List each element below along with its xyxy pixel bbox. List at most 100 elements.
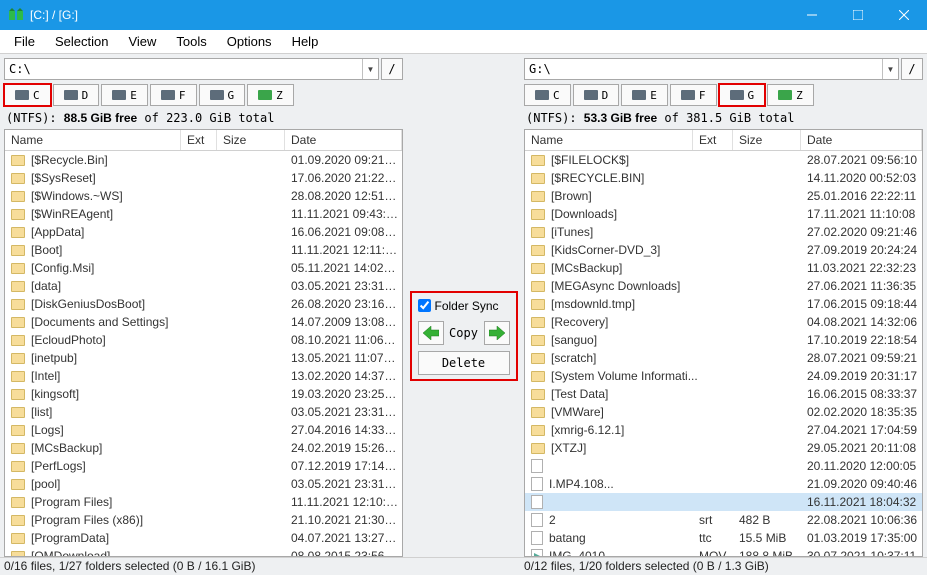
folder-row[interactable]: [ProgramData] 04.07.2021 13:27:39 bbox=[5, 529, 402, 547]
col-ext[interactable]: Ext bbox=[181, 130, 217, 150]
file-row[interactable]: batang ttc 15.5 MiB 01.03.2019 17:35:00 bbox=[525, 529, 922, 547]
folder-row[interactable]: [iTunes] 27.02.2020 09:21:46 bbox=[525, 223, 922, 241]
file-row[interactable]: IMG_4010 MOV 188.8 MiB 30.07.2021 10:37:… bbox=[525, 547, 922, 556]
right-drive-d[interactable]: D bbox=[573, 84, 620, 106]
menu-file[interactable]: File bbox=[4, 32, 45, 51]
col-size[interactable]: Size bbox=[733, 130, 801, 150]
folder-row[interactable]: [scratch] 28.07.2021 09:59:21 bbox=[525, 349, 922, 367]
folder-row[interactable]: [Downloads] 17.11.2021 11:10:08 bbox=[525, 205, 922, 223]
folder-row[interactable]: [Intel] 13.02.2020 14:37:50 bbox=[5, 367, 402, 385]
close-button[interactable] bbox=[881, 0, 927, 30]
folder-row[interactable]: [KidsCorner-DVD_3] 27.09.2019 20:24:24 bbox=[525, 241, 922, 259]
drive-icon bbox=[210, 90, 224, 100]
right-file-list: Name Ext Size Date [$FILELOCK$] 28.07.20… bbox=[524, 129, 923, 557]
folder-row[interactable]: [inetpub] 13.05.2021 11:07:30 bbox=[5, 349, 402, 367]
right-path-input[interactable] bbox=[525, 59, 882, 79]
menu-help[interactable]: Help bbox=[282, 32, 329, 51]
file-row[interactable]: I.MP4.108... 21.09.2020 09:40:46 bbox=[525, 475, 922, 493]
left-pane: ▼ / CDEFGZ (NTFS): 88.5 GiB free of 223.0 … bbox=[0, 54, 407, 557]
folder-row[interactable]: [$FILELOCK$] 28.07.2021 09:56:10 bbox=[525, 151, 922, 169]
delete-button[interactable]: Delete bbox=[418, 351, 510, 375]
folder-sync-checkbox[interactable]: Folder Sync bbox=[418, 299, 510, 313]
left-root-button[interactable]: / bbox=[381, 58, 403, 80]
file-row[interactable]: 2 srt 482 B 22.08.2021 10:06:36 bbox=[525, 511, 922, 529]
folder-row[interactable]: [DiskGeniusDosBoot] 26.08.2020 23:16:02 bbox=[5, 295, 402, 313]
folder-row[interactable]: [MCsBackup] 24.02.2019 15:26:51 bbox=[5, 439, 402, 457]
right-drive-e[interactable]: E bbox=[621, 84, 668, 106]
menu-tools[interactable]: Tools bbox=[166, 32, 216, 51]
folder-row[interactable]: [QMDownload] 08.08.2015 23:56:55 bbox=[5, 547, 402, 556]
folder-row[interactable]: [sanguo] 17.10.2019 22:18:54 bbox=[525, 331, 922, 349]
folder-row[interactable]: [xmrig-6.12.1] 27.04.2021 17:04:59 bbox=[525, 421, 922, 439]
folder-row[interactable]: [Recovery] 04.08.2021 14:32:06 bbox=[525, 313, 922, 331]
copy-right-button[interactable] bbox=[484, 321, 510, 345]
folder-row[interactable]: [kingsoft] 19.03.2020 23:25:11 bbox=[5, 385, 402, 403]
folder-row[interactable]: [$RECYCLE.BIN] 14.11.2020 00:52:03 bbox=[525, 169, 922, 187]
copy-left-button[interactable] bbox=[418, 321, 444, 345]
folder-row[interactable]: [Config.Msi] 05.11.2021 14:02:48 bbox=[5, 259, 402, 277]
folder-row[interactable]: [Program Files] 11.11.2021 12:10:30 bbox=[5, 493, 402, 511]
left-drive-z[interactable]: Z bbox=[247, 84, 294, 106]
left-drive-f[interactable]: F bbox=[150, 84, 197, 106]
menu-options[interactable]: Options bbox=[217, 32, 282, 51]
status-right: 0/12 files, 1/20 folders selected (0 B /… bbox=[520, 558, 927, 575]
chevron-down-icon[interactable]: ▼ bbox=[362, 59, 378, 79]
folder-row[interactable]: [list] 03.05.2021 23:31:43 bbox=[5, 403, 402, 421]
menu-selection[interactable]: Selection bbox=[45, 32, 118, 51]
folder-icon bbox=[531, 173, 545, 184]
folder-icon bbox=[531, 371, 545, 382]
col-name[interactable]: Name bbox=[525, 130, 693, 150]
folder-row[interactable]: [XTZJ] 29.05.2021 20:11:08 bbox=[525, 439, 922, 457]
folder-row[interactable]: [data] 03.05.2021 23:31:43 bbox=[5, 277, 402, 295]
folder-icon bbox=[11, 407, 25, 418]
file-row[interactable]: 20.11.2020 12:00:05 bbox=[525, 457, 922, 475]
folder-row[interactable]: [EcloudPhoto] 08.10.2021 11:06:10 bbox=[5, 331, 402, 349]
folder-row[interactable]: [Brown] 25.01.2016 22:22:11 bbox=[525, 187, 922, 205]
folder-icon bbox=[531, 209, 545, 220]
left-drive-c[interactable]: C bbox=[4, 84, 51, 106]
folder-row[interactable]: [Documents and Settings] 14.07.2009 13:0… bbox=[5, 313, 402, 331]
folder-row[interactable]: [VMWare] 02.02.2020 18:35:35 bbox=[525, 403, 922, 421]
file-row[interactable]: 16.11.2021 18:04:32 bbox=[525, 493, 922, 511]
folder-row[interactable]: [MEGAsync Downloads] 27.06.2021 11:36:35 bbox=[525, 277, 922, 295]
maximize-button[interactable] bbox=[835, 0, 881, 30]
folder-row[interactable]: [MCsBackup] 11.03.2021 22:32:23 bbox=[525, 259, 922, 277]
left-path-combo[interactable]: ▼ bbox=[4, 58, 379, 80]
folder-row[interactable]: [PerfLogs] 07.12.2019 17:14:52 bbox=[5, 457, 402, 475]
folder-row[interactable]: [$SysReset] 17.06.2020 21:22:42 bbox=[5, 169, 402, 187]
folder-row[interactable]: [$Recycle.Bin] 01.09.2020 09:21:31 bbox=[5, 151, 402, 169]
left-path-input[interactable] bbox=[5, 59, 362, 79]
left-drive-g[interactable]: G bbox=[199, 84, 246, 106]
folder-icon bbox=[11, 227, 25, 238]
folder-row[interactable]: [pool] 03.05.2021 23:31:43 bbox=[5, 475, 402, 493]
right-drive-f[interactable]: F bbox=[670, 84, 717, 106]
left-drive-e[interactable]: E bbox=[101, 84, 148, 106]
col-date[interactable]: Date bbox=[801, 130, 922, 150]
left-disk-info: (NTFS): 88.5 GiB free of 223.0 GiB total bbox=[4, 109, 403, 129]
col-date[interactable]: Date bbox=[285, 130, 402, 150]
left-drive-d[interactable]: D bbox=[53, 84, 100, 106]
folder-row[interactable]: [Program Files (x86)] 21.10.2021 21:30:4… bbox=[5, 511, 402, 529]
folder-row[interactable]: [msdownld.tmp] 17.06.2015 09:18:44 bbox=[525, 295, 922, 313]
folder-row[interactable]: [$WinREAgent] 11.11.2021 09:43:41 bbox=[5, 205, 402, 223]
right-drive-z[interactable]: Z bbox=[767, 84, 814, 106]
folder-row[interactable]: [System Volume Informati... 24.09.2019 2… bbox=[525, 367, 922, 385]
right-drive-c[interactable]: C bbox=[524, 84, 571, 106]
chevron-down-icon[interactable]: ▼ bbox=[882, 59, 898, 79]
menu-view[interactable]: View bbox=[118, 32, 166, 51]
folder-row[interactable]: [Boot] 11.11.2021 12:11:39 bbox=[5, 241, 402, 259]
drive-icon bbox=[632, 90, 646, 100]
folder-row[interactable]: [Logs] 27.04.2016 14:33:38 bbox=[5, 421, 402, 439]
minimize-button[interactable] bbox=[789, 0, 835, 30]
folder-row[interactable]: [AppData] 16.06.2021 09:08:57 bbox=[5, 223, 402, 241]
right-path-combo[interactable]: ▼ bbox=[524, 58, 899, 80]
col-size[interactable]: Size bbox=[217, 130, 285, 150]
right-root-button[interactable]: / bbox=[901, 58, 923, 80]
titlebar: [C:] / [G:] bbox=[0, 0, 927, 30]
right-drive-g[interactable]: G bbox=[719, 84, 766, 106]
folder-row[interactable]: [$Windows.~WS] 28.08.2020 12:51:48 bbox=[5, 187, 402, 205]
col-ext[interactable]: Ext bbox=[693, 130, 733, 150]
drive-icon bbox=[535, 90, 549, 100]
col-name[interactable]: Name bbox=[5, 130, 181, 150]
folder-row[interactable]: [Test Data] 16.06.2015 08:33:37 bbox=[525, 385, 922, 403]
